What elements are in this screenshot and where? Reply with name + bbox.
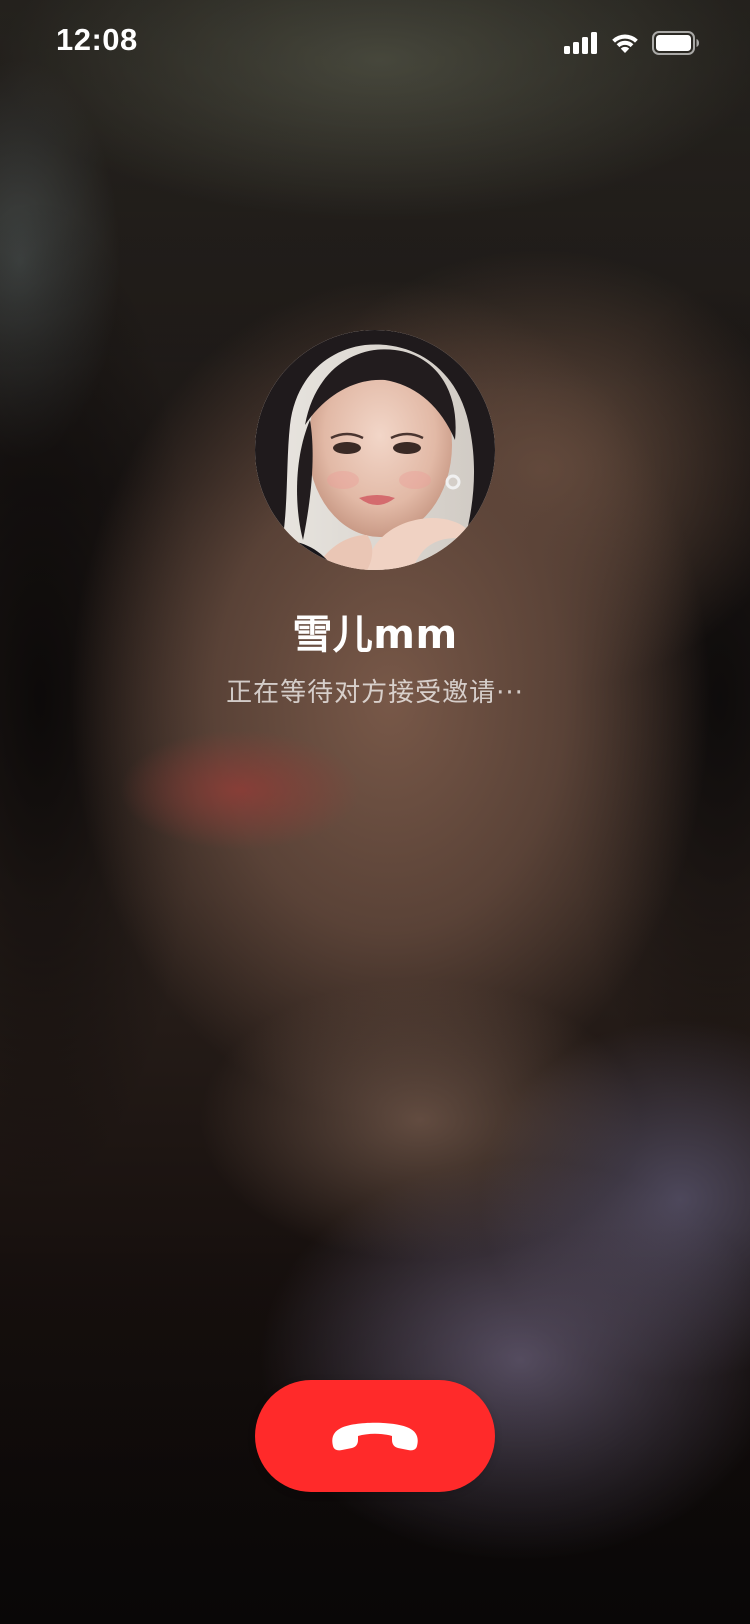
- status-time: 12:08: [56, 22, 138, 57]
- phone-hangup-icon: [332, 1422, 418, 1451]
- caller-avatar: [255, 330, 495, 570]
- video-call-screen: 12:08 雪儿mm 正在等待对方接受邀请···: [0, 0, 750, 1624]
- signal-icon: [564, 32, 597, 54]
- wifi-icon: [612, 34, 638, 53]
- battery-icon: [652, 31, 699, 55]
- call-status-text: 正在等待对方接受邀请···: [226, 678, 524, 708]
- caller-name: 雪儿mm: [292, 612, 458, 658]
- status-icons: [564, 28, 700, 58]
- status-bar: 12:08: [0, 0, 750, 84]
- hangup-button[interactable]: [255, 1380, 495, 1492]
